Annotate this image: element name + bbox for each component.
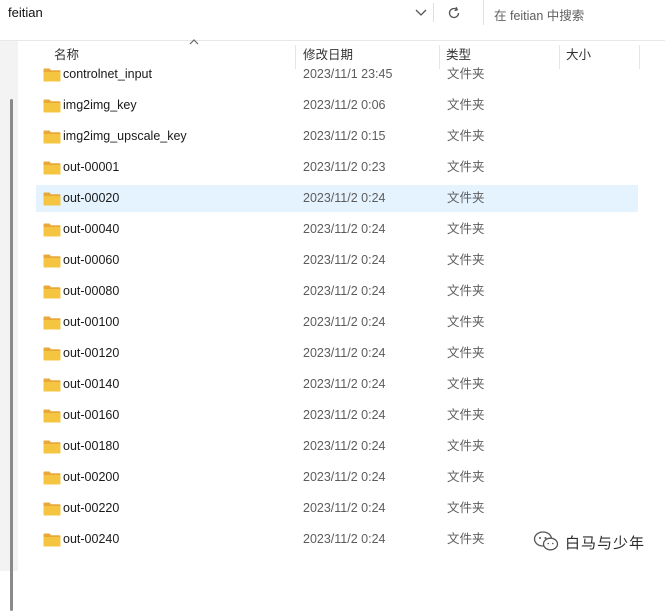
file-row[interactable]: out-00001 2023/11/2 0:23 文件夹 [36, 154, 638, 181]
file-name: out-00100 [63, 315, 120, 329]
file-name: out-00200 [63, 470, 120, 484]
chevron-down-icon [415, 9, 427, 16]
file-modified-date: 2023/11/2 0:24 [303, 191, 386, 205]
folder-icon [43, 254, 61, 268]
folder-icon [43, 316, 61, 330]
file-row[interactable]: img2img_key 2023/11/2 0:06 文件夹 [36, 92, 638, 119]
file-type: 文件夹 [447, 439, 485, 453]
file-modified-date: 2023/11/2 0:24 [303, 470, 386, 484]
column-divider[interactable] [639, 45, 640, 69]
navigation-pane-edge [0, 41, 18, 611]
file-type: 文件夹 [447, 284, 485, 298]
refresh-button[interactable] [441, 0, 467, 25]
wechat-icon [533, 531, 559, 551]
folder-icon [43, 68, 61, 82]
folder-icon [43, 99, 61, 113]
file-type: 文件夹 [447, 377, 485, 391]
file-row[interactable]: controlnet_input 2023/11/1 23:45 文件夹 [36, 61, 638, 88]
file-name: out-00180 [63, 439, 120, 453]
file-type: 文件夹 [447, 501, 485, 515]
file-modified-date: 2023/11/2 0:24 [303, 253, 386, 267]
address-path: feitian [8, 5, 43, 20]
file-row[interactable]: out-00180 2023/11/2 0:24 文件夹 [36, 433, 638, 460]
folder-icon [43, 130, 61, 144]
folder-icon [43, 409, 61, 423]
file-name: out-00060 [63, 253, 120, 267]
file-modified-date: 2023/11/2 0:24 [303, 532, 386, 546]
file-row[interactable]: out-00160 2023/11/2 0:24 文件夹 [36, 402, 638, 429]
folder-icon [43, 533, 61, 547]
file-name: img2img_upscale_key [63, 129, 187, 143]
file-modified-date: 2023/11/2 0:06 [303, 98, 386, 112]
file-modified-date: 2023/11/2 0:24 [303, 315, 386, 329]
folder-icon [43, 192, 61, 206]
toolbar-divider [433, 3, 434, 22]
file-type: 文件夹 [447, 315, 485, 329]
file-name: out-00160 [63, 408, 120, 422]
file-modified-date: 2023/11/2 0:15 [303, 129, 386, 143]
folder-icon [43, 471, 61, 485]
file-row[interactable]: out-00220 2023/11/2 0:24 文件夹 [36, 495, 638, 522]
file-row[interactable]: out-00100 2023/11/2 0:24 文件夹 [36, 309, 638, 336]
file-type: 文件夹 [447, 98, 485, 112]
file-modified-date: 2023/11/1 23:45 [303, 67, 393, 81]
file-type: 文件夹 [447, 408, 485, 422]
folder-icon [43, 378, 61, 392]
file-row[interactable]: out-00120 2023/11/2 0:24 文件夹 [36, 340, 638, 367]
file-modified-date: 2023/11/2 0:23 [303, 160, 386, 174]
search-box[interactable]: 在 feitian 中搜索 [483, 0, 665, 25]
file-row[interactable]: img2img_upscale_key 2023/11/2 0:15 文件夹 [36, 123, 638, 150]
file-modified-date: 2023/11/2 0:24 [303, 501, 386, 515]
file-row[interactable]: out-00060 2023/11/2 0:24 文件夹 [36, 247, 638, 274]
file-modified-date: 2023/11/2 0:24 [303, 377, 386, 391]
file-type: 文件夹 [447, 253, 485, 267]
file-name: img2img_key [63, 98, 137, 112]
search-input[interactable]: 在 feitian 中搜索 [494, 5, 584, 24]
file-name: out-00240 [63, 532, 120, 546]
watermark: 白马与少年 [533, 527, 663, 557]
sort-up-icon [189, 39, 199, 45]
file-type: 文件夹 [447, 129, 485, 143]
folder-icon [43, 161, 61, 175]
file-name: out-00220 [63, 501, 120, 515]
watermark-text: 白马与少年 [565, 535, 646, 552]
refresh-icon [448, 6, 460, 18]
file-name: out-00020 [63, 191, 120, 205]
file-type: 文件夹 [447, 160, 485, 174]
file-name: out-00140 [63, 377, 120, 391]
file-row[interactable]: out-00140 2023/11/2 0:24 文件夹 [36, 371, 638, 398]
file-type: 文件夹 [447, 191, 485, 205]
file-modified-date: 2023/11/2 0:24 [303, 439, 386, 453]
file-type: 文件夹 [447, 532, 485, 546]
file-modified-date: 2023/11/2 0:24 [303, 222, 386, 236]
folder-icon [43, 285, 61, 299]
file-modified-date: 2023/11/2 0:24 [303, 346, 386, 360]
file-modified-date: 2023/11/2 0:24 [303, 408, 386, 422]
folder-icon [43, 502, 61, 516]
file-type: 文件夹 [447, 346, 485, 360]
file-name: out-00040 [63, 222, 120, 236]
scrollbar[interactable] [10, 99, 13, 611]
folder-icon [43, 223, 61, 237]
file-name: controlnet_input [63, 67, 152, 81]
file-row[interactable]: out-00200 2023/11/2 0:24 文件夹 [36, 464, 638, 491]
file-row[interactable]: out-00040 2023/11/2 0:24 文件夹 [36, 216, 638, 243]
file-row[interactable]: out-00080 2023/11/2 0:24 文件夹 [36, 278, 638, 305]
file-name: out-00080 [63, 284, 120, 298]
folder-icon [43, 347, 61, 361]
toolbar: feitian 在 feitian 中搜索 [0, 0, 665, 28]
file-row[interactable]: out-00020 2023/11/2 0:24 文件夹 [36, 185, 638, 212]
file-type: 文件夹 [447, 222, 485, 236]
file-type: 文件夹 [447, 470, 485, 484]
address-dropdown-button[interactable] [409, 0, 433, 25]
file-modified-date: 2023/11/2 0:24 [303, 284, 386, 298]
file-type: 文件夹 [447, 67, 485, 81]
address-bar[interactable]: feitian [0, 0, 470, 25]
file-name: out-00120 [63, 346, 120, 360]
file-name: out-00001 [63, 160, 120, 174]
folder-icon [43, 440, 61, 454]
